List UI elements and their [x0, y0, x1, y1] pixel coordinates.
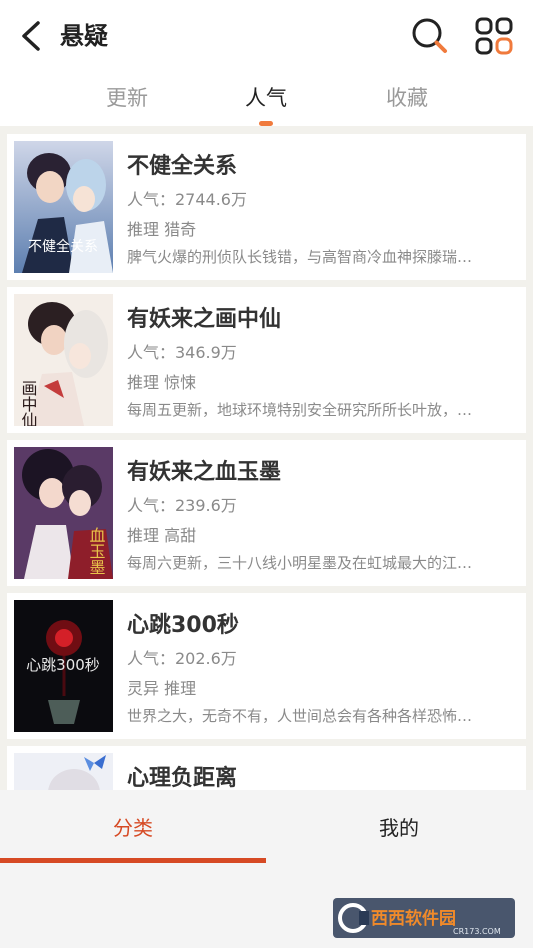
comic-title: 有妖来之血玉墨 [127, 460, 282, 485]
comic-cover: 不健全关系 [14, 141, 113, 273]
comic-title: 不健全关系 [127, 154, 238, 179]
comic-tags: 灵异 推理 [127, 679, 197, 698]
comic-card[interactable]: 不健全关系 不健全关系 人气：2744.6万 推理 猎奇 脾气火爆的刑侦队长钱错… [7, 134, 526, 280]
comic-popularity: 人气：202.6万 [127, 649, 237, 668]
cover-title-text: 心跳300秒 [26, 656, 100, 674]
watermark-domain: CR173.COM [453, 927, 501, 936]
comic-popularity: 人气：239.6万 [127, 496, 237, 515]
tab-favorites[interactable]: 收藏 [347, 78, 467, 118]
comic-card[interactable]: 心跳300秒 心跳300秒 人气：202.6万 灵异 推理 世界之大，无奇不有，… [7, 593, 526, 739]
comic-tags: 推理 猎奇 [127, 220, 197, 239]
nav-mine[interactable]: 我的 [266, 790, 532, 866]
watermark-brand: 西西软件园 [371, 908, 456, 929]
top-header: 悬疑 更新 人气 收藏 [0, 0, 533, 126]
nav-category[interactable]: 分类 [0, 790, 266, 866]
comic-cover: 画中仙 [14, 294, 113, 426]
search-icon [412, 18, 447, 53]
chevron-left-icon [22, 21, 40, 51]
comic-tags: 推理 惊悚 [127, 373, 197, 392]
comic-description: 每周六更新，三十八线小明星墨及在虹城最大的江… [127, 554, 473, 572]
watermark-logo: 西西软件园 CR173.COM [333, 898, 515, 938]
comic-title: 有妖来之画中仙 [127, 307, 282, 332]
comic-card[interactable]: 血玉墨 有妖来之血玉墨 人气：239.6万 推理 高甜 每周六更新，三十八线小明… [7, 440, 526, 586]
comic-title: 心理负距离 [127, 766, 238, 791]
comic-popularity: 人气：2744.6万 [127, 190, 247, 209]
category-grid-button[interactable] [474, 16, 514, 56]
cover-title-text: 画中仙 [19, 380, 38, 426]
search-button[interactable] [408, 14, 450, 56]
comic-tags: 推理 高甜 [127, 526, 197, 545]
comic-description: 世界之大，无奇不有，人世间总会有各种各样恐怖… [127, 707, 473, 725]
active-nav-indicator [0, 858, 266, 863]
cover-title-text: 不健全关系 [28, 238, 98, 255]
comic-description: 每周五更新，地球环境特别安全研究所所长叶放，… [127, 401, 473, 419]
back-button[interactable] [16, 18, 52, 54]
comic-description: 脾气火爆的刑侦队长钱错，与高智商冷血神探滕瑞… [127, 248, 473, 266]
sort-tabs: 更新 人气 收藏 [0, 78, 533, 126]
comic-cover: 血玉墨 [14, 447, 113, 579]
tab-update[interactable]: 更新 [67, 78, 187, 118]
comic-title: 心跳300秒 [127, 613, 239, 638]
page-title: 悬疑 [60, 22, 108, 50]
cover-title-text: 血玉墨 [87, 527, 106, 575]
bottom-navigation: 分类 我的 西西软件园 CR173.COM [0, 790, 533, 948]
comic-popularity: 人气：346.9万 [127, 343, 237, 362]
comic-cover: 心跳300秒 [14, 600, 113, 732]
tab-popularity[interactable]: 人气 [206, 78, 326, 118]
active-tab-indicator [259, 121, 273, 126]
grid-icon [475, 17, 513, 55]
comic-card[interactable]: 画中仙 有妖来之画中仙 人气：346.9万 推理 惊悚 每周五更新，地球环境特别… [7, 287, 526, 433]
